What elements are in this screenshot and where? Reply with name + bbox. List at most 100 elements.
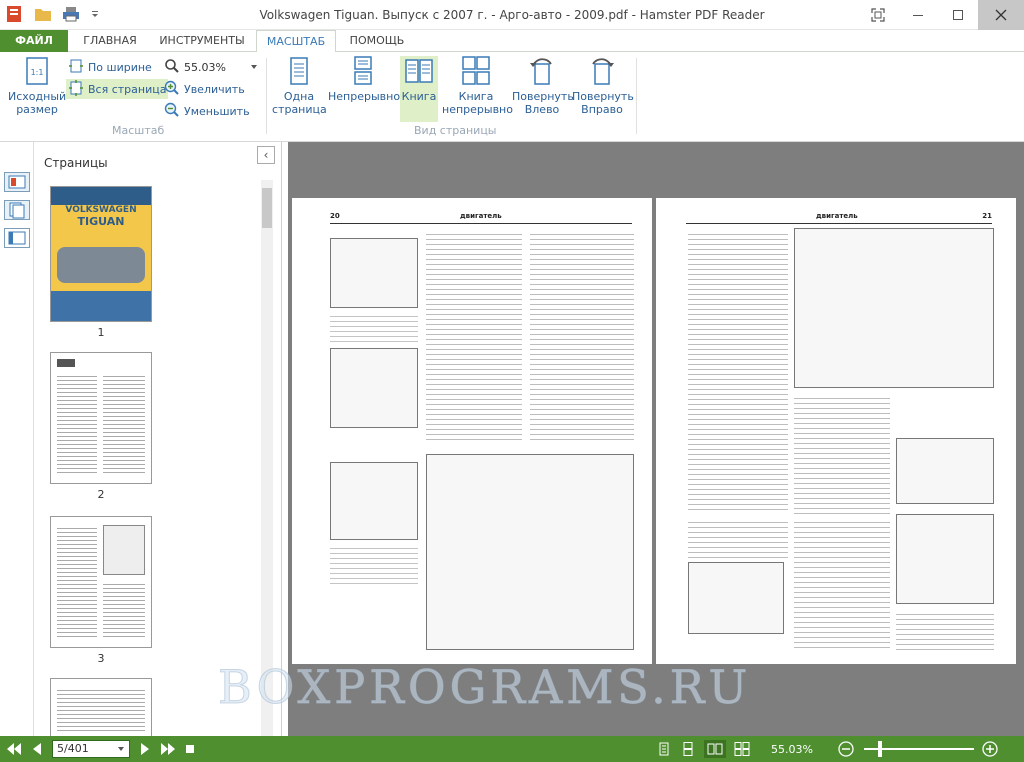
text-column bbox=[688, 518, 788, 558]
zoom-slider-handle[interactable] bbox=[878, 741, 882, 757]
zoom-in-icon bbox=[164, 80, 180, 99]
text-column bbox=[896, 610, 994, 650]
zoom-value: 55.03% bbox=[184, 60, 226, 74]
single-page-label-1: Одна bbox=[283, 90, 315, 103]
tab-zoom[interactable]: МАСШТАБ bbox=[256, 30, 336, 53]
status-single-page-icon[interactable] bbox=[656, 740, 672, 758]
maximize-button[interactable] bbox=[938, 0, 978, 30]
rotate-left-label-1: Повернуть bbox=[512, 90, 574, 103]
page-thumbnail[interactable]: VOLKSWAGEN TIGUAN bbox=[50, 186, 152, 322]
previous-page-icon[interactable] bbox=[28, 740, 46, 758]
page-number: 21 bbox=[982, 212, 992, 220]
book-button[interactable]: Книга bbox=[400, 56, 438, 122]
status-continuous-icon[interactable] bbox=[680, 740, 696, 758]
pages-panel: Страницы ‹ VOLKSWAGEN TIGUAN 1 2 3 bbox=[34, 142, 282, 736]
single-page-button[interactable]: Одна страница bbox=[272, 56, 327, 116]
cover-header bbox=[51, 187, 151, 205]
figure-lower-mount bbox=[330, 462, 418, 540]
sidebar-strip bbox=[0, 142, 34, 736]
text-column bbox=[688, 230, 788, 510]
figure-tensioner-lock bbox=[896, 514, 994, 604]
page-header-title: двигатель bbox=[816, 212, 858, 220]
rotate-right-button[interactable]: Повернуть Вправо bbox=[572, 56, 634, 116]
original-size-label-1: Исходный bbox=[8, 90, 67, 103]
first-page-icon[interactable] bbox=[4, 740, 24, 758]
cover-footer bbox=[51, 291, 151, 321]
status-book-icon[interactable] bbox=[704, 740, 726, 758]
minimize-button[interactable] bbox=[898, 0, 938, 30]
group-label-scale: Масштаб bbox=[112, 124, 165, 137]
page-thumbnail[interactable] bbox=[50, 352, 152, 484]
page-number-value: 5/401 bbox=[57, 742, 89, 755]
page-thumbnail[interactable] bbox=[50, 516, 152, 648]
tab-help[interactable]: ПОМОЩЬ bbox=[342, 30, 412, 52]
status-zoom-value: 55.03% bbox=[771, 742, 813, 756]
continuous-label: Непрерывно bbox=[328, 90, 401, 103]
thumb-figure bbox=[103, 525, 145, 575]
rotate-right-icon bbox=[587, 56, 617, 86]
figure-timing-detail bbox=[896, 438, 994, 504]
zoom-combo[interactable]: 55.03% bbox=[164, 57, 258, 77]
page-thumbnail-label: 2 bbox=[97, 488, 105, 501]
zoom-out-icon bbox=[164, 102, 180, 121]
stop-icon[interactable] bbox=[184, 740, 196, 758]
window-controls bbox=[858, 0, 1024, 30]
ribbon: 1:1 Исходный размер По ширине Вся страни… bbox=[0, 52, 1024, 142]
rotate-right-label-2: Вправо bbox=[581, 103, 623, 116]
fit-width-button[interactable]: По ширине bbox=[68, 57, 152, 77]
status-zoom-in-icon[interactable] bbox=[980, 740, 1000, 758]
zoom-out-button[interactable]: Уменьшить bbox=[164, 101, 250, 121]
page-number-input[interactable]: 5/401 bbox=[52, 740, 130, 758]
zoom-in-label: Увеличить bbox=[184, 82, 245, 96]
tab-home[interactable]: ГЛАВНАЯ bbox=[76, 30, 144, 52]
fit-page-button[interactable]: Вся страница bbox=[66, 79, 169, 99]
scrollbar-thumb[interactable] bbox=[262, 188, 272, 228]
figure-engine-mount bbox=[330, 238, 418, 308]
rotate-right-label-1: Повернуть bbox=[572, 90, 634, 103]
fullscreen-icon[interactable] bbox=[858, 0, 898, 30]
original-size-button[interactable]: 1:1 Исходный размер bbox=[8, 56, 66, 116]
page-thumbnail-label: 3 bbox=[97, 652, 105, 665]
close-button[interactable] bbox=[978, 0, 1024, 30]
zoom-in-button[interactable]: Увеличить bbox=[164, 79, 245, 99]
last-page-icon[interactable] bbox=[158, 740, 178, 758]
document-view[interactable]: 20 двигатель двигатель 21 bbox=[288, 142, 1024, 736]
thumbnails-scrollbar[interactable] bbox=[261, 180, 273, 736]
status-book-continuous-icon[interactable] bbox=[732, 740, 752, 758]
title-bar: Volkswagen Tiguan. Выпуск с 2007 г. - Ар… bbox=[0, 0, 1024, 30]
zoom-dropdown-icon[interactable] bbox=[250, 61, 258, 74]
text-column bbox=[530, 230, 634, 440]
magnifier-icon bbox=[164, 58, 180, 77]
tab-file[interactable]: ФАЙЛ bbox=[0, 30, 68, 52]
text-column bbox=[794, 518, 890, 648]
bookmarks-panel-icon[interactable] bbox=[4, 172, 30, 192]
page-thumbnail-label: 1 bbox=[97, 326, 105, 339]
pages-panel-icon[interactable] bbox=[4, 200, 30, 220]
page-dropdown-icon[interactable] bbox=[117, 741, 125, 762]
next-page-icon[interactable] bbox=[136, 740, 154, 758]
book-continuous-label-2: непрерывно bbox=[442, 103, 513, 116]
collapse-panel-button[interactable]: ‹ bbox=[257, 146, 275, 164]
text-column bbox=[330, 312, 418, 342]
thumb-text-block bbox=[103, 581, 145, 637]
book-continuous-icon bbox=[461, 56, 491, 86]
layers-panel-icon[interactable] bbox=[4, 228, 30, 248]
figure-belt-drive bbox=[426, 454, 634, 650]
page-header: 20 двигатель bbox=[330, 212, 632, 224]
continuous-button[interactable]: Непрерывно bbox=[328, 56, 401, 103]
status-zoom-out-icon[interactable] bbox=[836, 740, 856, 758]
page-number: 20 bbox=[330, 212, 340, 220]
figure-gearbox-mount bbox=[330, 348, 418, 428]
rotate-left-button[interactable]: Повернуть Влево bbox=[512, 56, 574, 116]
book-continuous-button[interactable]: Книга непрерывно bbox=[442, 56, 513, 116]
text-column bbox=[330, 544, 418, 584]
page-thumbnail[interactable] bbox=[50, 678, 152, 736]
thumb-text-block bbox=[103, 373, 145, 473]
single-page-label-2: страница bbox=[272, 103, 327, 116]
book-continuous-label-1: Книга bbox=[458, 90, 494, 103]
rotate-left-label-2: Влево bbox=[524, 103, 560, 116]
tab-tools[interactable]: ИНСТРУМЕНТЫ bbox=[152, 30, 252, 52]
thumb-text-block bbox=[57, 525, 97, 637]
fit-page-icon bbox=[68, 79, 84, 99]
fit-page-label: Вся страница bbox=[88, 82, 167, 96]
